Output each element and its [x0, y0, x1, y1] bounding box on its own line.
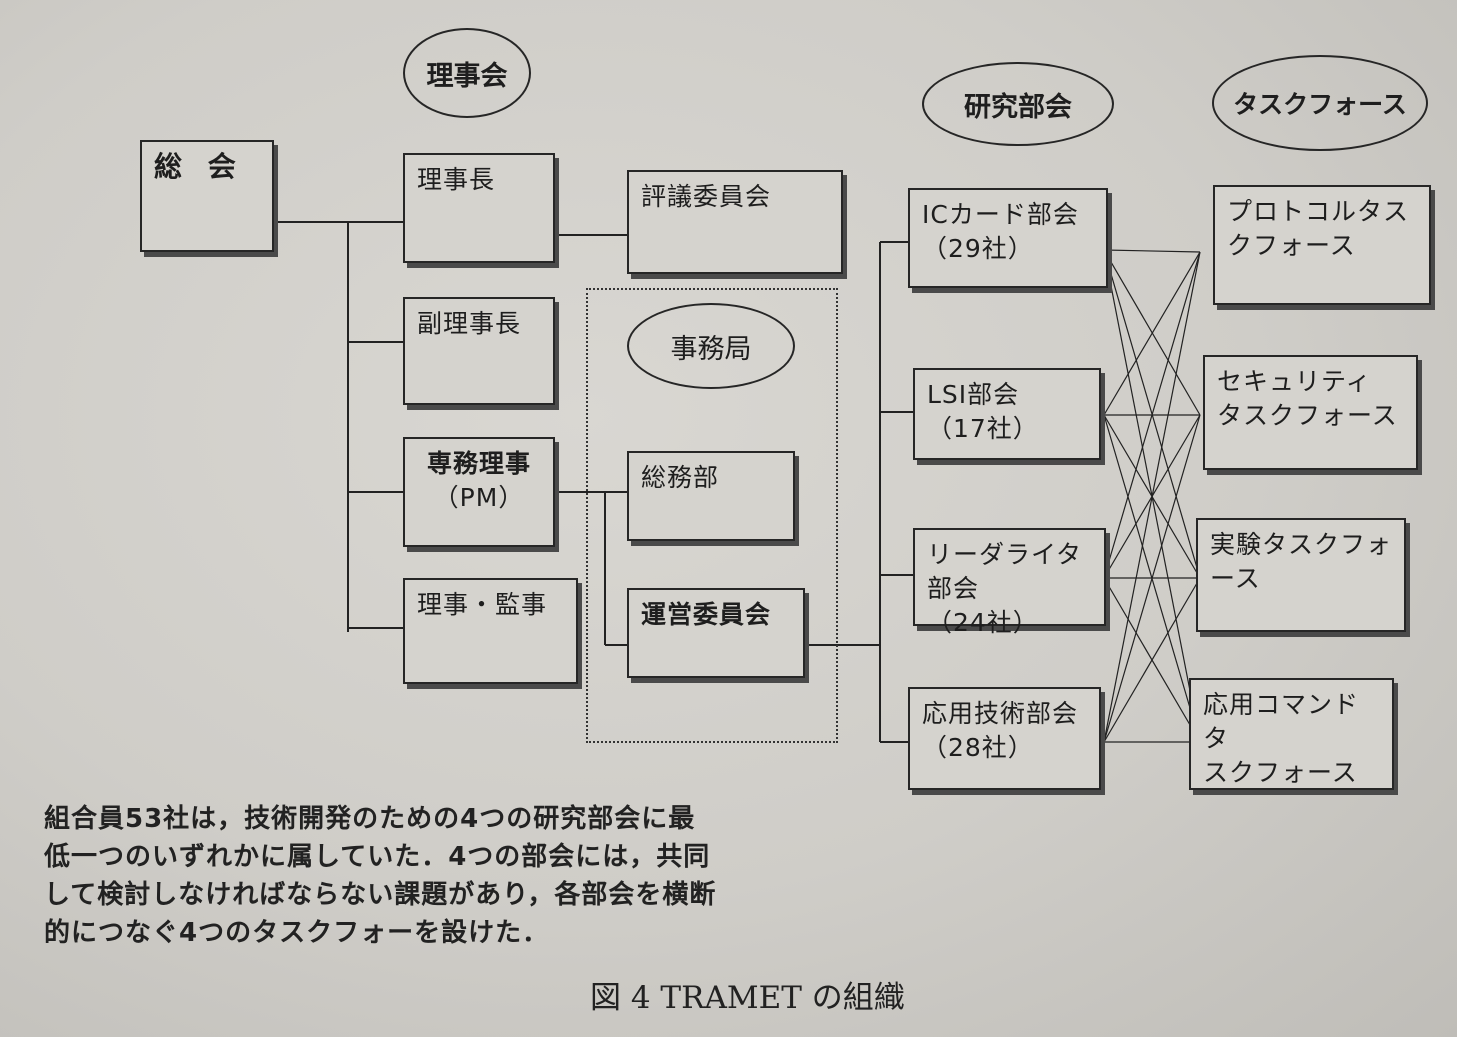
research-group-ic: ICカード部会 （29社）	[908, 188, 1108, 288]
unei-label: 運営委員会	[641, 600, 772, 629]
senmu-box: 専務理事 （PM）	[403, 437, 555, 547]
rijicho-box: 理事長	[403, 153, 555, 263]
senmu-label: 専務理事	[426, 449, 531, 478]
research-group-count: （17社）	[927, 414, 1039, 443]
research-group-name: ICカード部会	[922, 200, 1079, 229]
somubu-box: 総務部	[627, 451, 795, 541]
research-group-count: （29社）	[922, 234, 1034, 263]
taskforce-line2: クフォース	[1227, 231, 1356, 260]
taskforce-header: タスクフォース	[1212, 55, 1428, 151]
research-group-reader: リーダライタ部会 （24社）	[913, 528, 1106, 637]
hyogi-label: 評議委員会	[641, 182, 772, 211]
research-group-count: （28社）	[922, 733, 1034, 762]
kenkyu-label: 研究部会	[964, 91, 1072, 123]
research-group-oyo: 応用技術部会 （28社）	[908, 687, 1101, 790]
riji-kanji-label: 理事・監事	[417, 590, 548, 619]
research-group-name: 応用技術部会	[922, 699, 1079, 728]
taskforce-label: タスクフォース	[1233, 90, 1407, 119]
taskforce-line1: 実験タスクフォ	[1210, 530, 1393, 559]
kenkyu-header: 研究部会	[922, 62, 1114, 146]
fukurijicho-label: 副理事長	[417, 309, 522, 338]
soukai-box: 総 会	[140, 140, 274, 252]
riji-kanji-box: 理事・監事	[403, 578, 578, 684]
research-group-name: LSI部会	[927, 380, 1020, 409]
figure-title: 図 4 TRAMET の組織	[590, 980, 905, 1016]
taskforce-line2: ース	[1210, 564, 1261, 593]
somubu-label: 総務部	[641, 463, 720, 492]
rijikai-header: 理事会	[403, 28, 531, 118]
taskforce-line2: スクフォース	[1203, 758, 1358, 787]
rijikai-label: 理事会	[426, 60, 508, 92]
research-group-count: （24社）	[927, 608, 1039, 637]
taskforce-security: セキュリティ タスクフォース	[1203, 355, 1418, 470]
unei-box: 運営委員会	[627, 588, 805, 678]
taskforce-line1: プロトコルタス	[1227, 197, 1410, 226]
soukai-label: 総 会	[154, 150, 244, 183]
taskforce-line1: 応用コマンドタ	[1203, 690, 1360, 753]
research-group-lsi: LSI部会 （17社）	[913, 368, 1101, 460]
caption-line: して検討しなければならない課題があり，各部会を横断	[44, 880, 717, 910]
research-group-name: リーダライタ部会	[927, 540, 1083, 603]
fukurijicho-box: 副理事長	[403, 297, 555, 405]
caption-line: 低一つのいずれかに属していた．4つの部会には，共同	[44, 842, 711, 872]
senmu-sub-label: （PM）	[433, 483, 525, 512]
caption-line: 組合員53社は，技術開発のための4つの研究部会に最	[44, 804, 696, 834]
taskforce-line2: タスクフォース	[1217, 401, 1398, 430]
mesh-link-0-0	[1103, 249, 1201, 253]
caption-line: 的につなぐ4つのタスクフォーを設けた．	[44, 918, 550, 948]
jimukyoku-header: 事務局	[627, 303, 795, 389]
caption: 組合員53社は，技術開発のための4つの研究部会に最 低一つのいずれかに属していた…	[44, 800, 804, 952]
taskforce-protocol: プロトコルタス クフォース	[1213, 185, 1431, 305]
taskforce-line1: セキュリティ	[1217, 367, 1372, 396]
jimukyoku-label: 事務局	[670, 333, 752, 365]
taskforce-experiment: 実験タスクフォ ース	[1196, 518, 1406, 632]
rijicho-label: 理事長	[417, 165, 496, 194]
taskforce-command: 応用コマンドタスクフォース	[1189, 678, 1394, 790]
hyogi-box: 評議委員会	[627, 170, 843, 274]
